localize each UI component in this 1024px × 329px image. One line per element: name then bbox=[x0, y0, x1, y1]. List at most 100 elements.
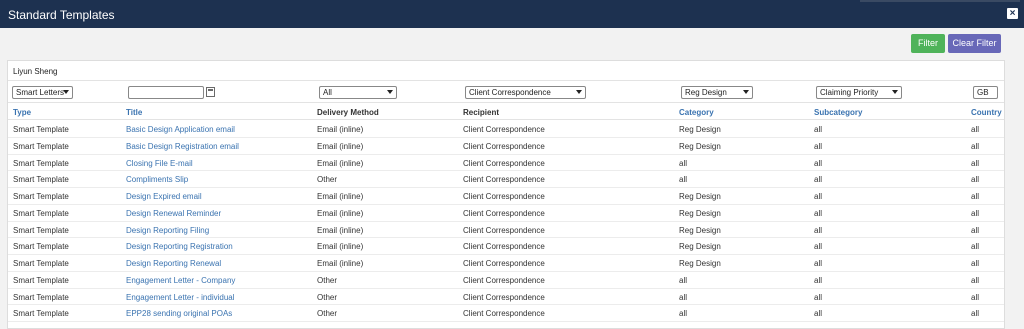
table-row[interactable]: Smart Template Design Reporting Registrat… bbox=[8, 238, 1004, 255]
subcategory-filter-value: Claiming Priority bbox=[820, 88, 879, 97]
dialog-title: Standard Templates bbox=[8, 8, 115, 22]
title-link[interactable]: Engagement Letter - individual bbox=[126, 293, 235, 302]
title-filter-input[interactable] bbox=[128, 86, 204, 99]
delivery-cell: Other bbox=[317, 292, 338, 302]
delivery-cell: Email (inline) bbox=[317, 259, 364, 268]
user-name: Liyun Sheng bbox=[13, 67, 58, 76]
table-row[interactable]: Smart Template Engagement Letter - indivi… bbox=[8, 289, 1004, 306]
title-link[interactable]: Design Reporting Registration bbox=[126, 242, 233, 251]
table-row[interactable]: Smart Template EPP28 sending original POA… bbox=[8, 305, 1004, 322]
category-filter-select[interactable]: Reg Design bbox=[681, 86, 753, 99]
category-cell: all bbox=[679, 158, 688, 168]
subcategory-cell: all bbox=[814, 292, 823, 302]
type-cell: Smart Template bbox=[13, 225, 69, 235]
type-cell: Smart Template bbox=[13, 292, 69, 302]
subcategory-cell: all bbox=[814, 225, 823, 235]
category-cell: Reg Design bbox=[679, 125, 721, 134]
subcategory-cell: all bbox=[814, 141, 823, 151]
delivery-cell: Email (inline) bbox=[317, 141, 364, 151]
title-link[interactable]: Design Reporting Filing bbox=[126, 226, 209, 235]
table-row[interactable]: Smart Template Design Reporting Filing Ema… bbox=[8, 222, 1004, 239]
delivery-cell: Email (inline) bbox=[317, 208, 364, 218]
column-header-title[interactable]: Title bbox=[126, 108, 142, 117]
title-link[interactable]: Basic Design Application email bbox=[126, 125, 235, 134]
type-cell: Smart Template bbox=[13, 259, 69, 268]
recipient-cell: Client Correspondence bbox=[463, 309, 545, 319]
title-link[interactable]: Compliments Slip bbox=[126, 175, 188, 184]
country-cell: all bbox=[971, 192, 980, 201]
table-row[interactable]: Smart Template Compliments Slip Other Clien… bbox=[8, 171, 1004, 188]
country-cell: all bbox=[971, 158, 980, 168]
delivery-cell: Email (inline) bbox=[317, 192, 364, 201]
title-link[interactable]: Design Renewal Reminder bbox=[126, 209, 221, 218]
column-header-type[interactable]: Type bbox=[13, 108, 31, 117]
recipient-cell: Client Correspondence bbox=[463, 141, 545, 151]
type-cell: Smart Template bbox=[13, 208, 69, 218]
type-cell: Smart Template bbox=[13, 309, 69, 319]
column-header-country[interactable]: Country bbox=[971, 108, 1002, 117]
filter-button[interactable]: Filter bbox=[911, 34, 945, 53]
table-row[interactable]: Smart Template Design Reporting Renewal Em… bbox=[8, 255, 1004, 272]
type-filter-value: Smart Letters bbox=[16, 88, 65, 97]
category-cell: Reg Design bbox=[679, 141, 721, 151]
recipient-cell: Client Correspondence bbox=[463, 225, 545, 235]
country-cell: all bbox=[971, 292, 980, 302]
clear-filter-button[interactable]: Clear Filter bbox=[948, 34, 1001, 53]
category-cell: all bbox=[679, 275, 688, 285]
column-header-delivery-method: Delivery Method bbox=[317, 108, 379, 117]
title-link[interactable]: Design Reporting Renewal bbox=[126, 259, 221, 268]
delivery-filter-select[interactable]: All bbox=[319, 86, 397, 99]
chevron-down-icon bbox=[63, 90, 69, 94]
recipient-filter-select[interactable]: Client Correspondence bbox=[465, 86, 586, 99]
recipient-cell: Client Correspondence bbox=[463, 125, 545, 134]
country-cell: all bbox=[971, 242, 980, 252]
recipient-cell: Client Correspondence bbox=[463, 158, 545, 168]
column-header-category[interactable]: Category bbox=[679, 108, 714, 117]
close-icon[interactable]: × bbox=[1007, 8, 1018, 19]
table-row[interactable]: Smart Template Basic Design Application e… bbox=[8, 121, 1004, 138]
chevron-down-icon bbox=[387, 90, 393, 94]
delivery-cell: Email (inline) bbox=[317, 158, 364, 168]
type-cell: Smart Template bbox=[13, 175, 69, 185]
column-header-subcategory[interactable]: Subcategory bbox=[814, 108, 862, 117]
table-row[interactable]: Smart Template Design Renewal Reminder Ema… bbox=[8, 205, 1004, 222]
titlebar-accent-line bbox=[860, 0, 1020, 2]
type-cell: Smart Template bbox=[13, 192, 69, 201]
title-link[interactable]: EPP28 sending original POAs bbox=[126, 309, 232, 318]
templates-grid: Liyun Sheng Smart Letters All Client Cor… bbox=[7, 60, 1005, 329]
country-filter-input[interactable]: GB bbox=[973, 86, 998, 99]
country-cell: all bbox=[971, 125, 980, 134]
title-link[interactable]: Design Expired email bbox=[126, 192, 202, 201]
title-link[interactable]: Basic Design Registration email bbox=[126, 142, 239, 151]
calendar-icon[interactable] bbox=[206, 87, 215, 97]
type-cell: Smart Template bbox=[13, 158, 69, 168]
country-cell: all bbox=[971, 225, 980, 235]
table-row[interactable]: Smart Template Design Expired email Email … bbox=[8, 188, 1004, 205]
recipient-cell: Client Correspondence bbox=[463, 175, 545, 185]
category-cell: Reg Design bbox=[679, 242, 721, 252]
subcategory-cell: all bbox=[814, 192, 823, 201]
title-link[interactable]: Engagement Letter - Company bbox=[126, 276, 235, 285]
subcategory-filter-select[interactable]: Claiming Priority bbox=[816, 86, 902, 99]
filter-row: Smart Letters All Client Correspondence … bbox=[8, 81, 1004, 103]
country-cell: all bbox=[971, 175, 980, 185]
subcategory-cell: all bbox=[814, 125, 823, 134]
chevron-down-icon bbox=[892, 90, 898, 94]
title-link[interactable]: Closing File E-mail bbox=[126, 159, 193, 168]
delivery-cell: Email (inline) bbox=[317, 125, 364, 134]
table-header: Type Title Delivery Method Recipient Cat… bbox=[8, 104, 1004, 120]
table-row[interactable]: Smart Template Engagement Letter - Compan… bbox=[8, 272, 1004, 289]
delivery-cell: Other bbox=[317, 275, 338, 285]
type-filter-select[interactable]: Smart Letters bbox=[12, 86, 73, 99]
delivery-cell: Email (inline) bbox=[317, 225, 364, 235]
subcategory-cell: all bbox=[814, 242, 823, 252]
delivery-filter-value: All bbox=[323, 88, 332, 97]
category-cell: all bbox=[679, 292, 688, 302]
table-row[interactable]: Smart Template Closing File E-mail Email (… bbox=[8, 155, 1004, 172]
category-cell: all bbox=[679, 309, 688, 319]
type-cell: Smart Template bbox=[13, 125, 69, 134]
type-cell: Smart Template bbox=[13, 242, 69, 252]
category-cell: all bbox=[679, 175, 688, 185]
table-row[interactable]: Smart Template Basic Design Registration … bbox=[8, 138, 1004, 155]
subcategory-cell: all bbox=[814, 175, 823, 185]
